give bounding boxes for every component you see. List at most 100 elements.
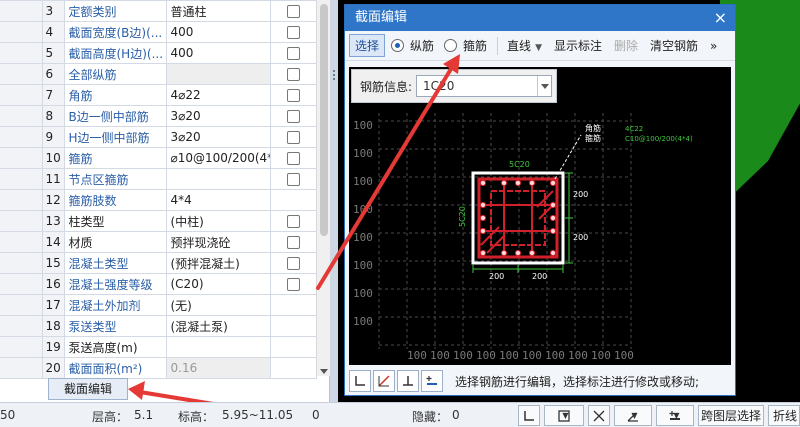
- angle-snap-dropdown[interactable]: ▼: [614, 405, 652, 426]
- snap-mode-dropdown[interactable]: ▼: [544, 405, 584, 426]
- property-row[interactable]: 9 H边一侧中部筋 3⌀20: [0, 126, 317, 148]
- rebar-point[interactable]: [528, 249, 536, 257]
- dim-left-label[interactable]: 5C20: [458, 206, 467, 227]
- ortho-corner-icon[interactable]: [349, 370, 371, 392]
- property-value[interactable]: (预拌混凝土): [165, 252, 271, 274]
- property-row[interactable]: 8 B边一侧中部筋 3⌀20: [0, 105, 317, 127]
- property-row[interactable]: 15 混凝土类型 (预拌混凝土): [0, 252, 317, 274]
- line-dropdown[interactable]: 直线 ▼: [502, 35, 547, 56]
- rebar-point[interactable]: [479, 201, 487, 209]
- corner-bar-label[interactable]: 角筋: [585, 123, 601, 133]
- chevron-down-icon[interactable]: [537, 76, 551, 96]
- rebar-point[interactable]: [549, 201, 557, 209]
- property-row[interactable]: 16 混凝土强度等级 (C20): [0, 273, 317, 295]
- dim-right-label-1[interactable]: 200: [573, 190, 588, 199]
- section-outline[interactable]: [471, 171, 565, 265]
- property-row[interactable]: 19 泵送高度(m): [0, 336, 317, 358]
- property-value[interactable]: 400: [165, 42, 271, 64]
- scrollbar-thumb[interactable]: [320, 4, 328, 236]
- property-value[interactable]: 4*4: [165, 189, 271, 211]
- checkbox[interactable]: [286, 173, 300, 186]
- property-value[interactable]: ⌀10@100/200(4*: [165, 147, 271, 169]
- property-value[interactable]: 4⌀22: [165, 84, 271, 106]
- radio-stirrup[interactable]: 箍筋: [444, 37, 487, 54]
- checkbox[interactable]: [286, 26, 300, 39]
- delete-button[interactable]: 删除: [609, 35, 643, 56]
- property-row[interactable]: 7 角筋 4⌀22: [0, 84, 317, 106]
- show-labels-button[interactable]: 显示标注: [549, 35, 607, 56]
- property-row[interactable]: 3 定额类别 普通柱: [0, 0, 317, 22]
- cross-icon[interactable]: [588, 405, 610, 426]
- offset-dropdown[interactable]: ▼: [656, 405, 694, 426]
- dialog-titlebar[interactable]: 截面编辑 ×: [345, 5, 735, 31]
- inner-stirrup[interactable]: [490, 190, 546, 246]
- rebar-point[interactable]: [500, 249, 508, 257]
- scroll-down-icon[interactable]: [320, 369, 328, 374]
- checkbox[interactable]: [286, 68, 300, 81]
- checkbox[interactable]: [286, 5, 300, 18]
- checkbox[interactable]: [286, 152, 300, 165]
- perpendicular-icon[interactable]: [397, 370, 419, 392]
- property-row[interactable]: 6 全部纵筋: [0, 63, 317, 85]
- property-scrollbar[interactable]: [316, 0, 330, 376]
- rebar-info-select[interactable]: 1C20: [416, 75, 553, 97]
- section-canvas[interactable]: 100 100 100 100 100 100 100 100 100 100 100 100 100 1…: [349, 67, 731, 365]
- rebar-point[interactable]: [514, 179, 522, 187]
- checkbox[interactable]: [286, 215, 300, 228]
- property-value[interactable]: (无): [165, 294, 271, 316]
- ortho-snap-icon[interactable]: [518, 405, 540, 426]
- rebar-point[interactable]: [500, 179, 508, 187]
- dim-bottom-label-1[interactable]: 200: [489, 272, 504, 281]
- diagonal-snap-icon[interactable]: [373, 370, 395, 392]
- rebar-point[interactable]: [549, 179, 557, 187]
- property-value[interactable]: [165, 168, 271, 190]
- property-row[interactable]: 10 箍筋 ⌀10@100/200(4*: [0, 147, 317, 169]
- property-row[interactable]: 5 截面高度(H边)(... 400: [0, 42, 317, 64]
- rebar-point[interactable]: [549, 249, 557, 257]
- property-value[interactable]: 0.16: [165, 357, 271, 379]
- section-edit-button[interactable]: 截面编辑: [48, 378, 128, 400]
- stirrup-spec[interactable]: C10@100/200(4*4): [625, 135, 693, 143]
- property-row[interactable]: 17 混凝土外加剂 (无): [0, 294, 317, 316]
- property-value[interactable]: 预拌现浇砼: [165, 231, 271, 253]
- rebar-point[interactable]: [514, 249, 522, 257]
- rebar-point[interactable]: [549, 214, 557, 222]
- property-value[interactable]: 3⌀20: [165, 105, 271, 127]
- dim-right-label-2[interactable]: 200: [573, 233, 588, 242]
- radio-longitudinal[interactable]: 纵筋: [391, 37, 434, 54]
- property-value[interactable]: 400: [165, 21, 271, 43]
- toolbar-overflow-icon[interactable]: »: [705, 37, 722, 55]
- checkbox[interactable]: [286, 89, 300, 102]
- property-value[interactable]: (中柱): [165, 210, 271, 232]
- property-row[interactable]: 14 材质 预拌现浇砼: [0, 231, 317, 253]
- checkbox[interactable]: [286, 47, 300, 60]
- corner-bar-spec[interactable]: 4C22: [625, 125, 643, 133]
- property-row[interactable]: 4 截面宽度(B边)(... 400: [0, 21, 317, 43]
- property-row[interactable]: 20 截面面积(m²) 0.16: [0, 357, 317, 379]
- checkbox[interactable]: [286, 131, 300, 144]
- rebar-point[interactable]: [549, 227, 557, 235]
- rebar-point[interactable]: [479, 214, 487, 222]
- dim-top-label[interactable]: 5C20: [509, 160, 530, 169]
- section-drawing[interactable]: 100 100 100 100 100 100 100 100 100 1001001001001…: [349, 67, 731, 365]
- rebar-point[interactable]: [479, 179, 487, 187]
- rebar-point[interactable]: [528, 179, 536, 187]
- checkbox[interactable]: [286, 236, 300, 249]
- property-row[interactable]: 12 箍筋肢数 4*4: [0, 189, 317, 211]
- cross-layer-select-button[interactable]: 跨图层选择: [698, 405, 764, 426]
- property-value[interactable]: (混凝土泵): [165, 315, 271, 337]
- property-row[interactable]: 11 节点区箍筋: [0, 168, 317, 190]
- property-value[interactable]: 3⌀20: [165, 126, 271, 148]
- checkbox[interactable]: [286, 278, 300, 291]
- checkbox[interactable]: [286, 110, 300, 123]
- add-point-icon[interactable]: [421, 370, 443, 392]
- checkbox[interactable]: [286, 257, 300, 270]
- polyline-button[interactable]: 折线: [768, 405, 800, 426]
- property-value[interactable]: [165, 336, 271, 358]
- rebar-point[interactable]: [479, 227, 487, 235]
- panel-splitter[interactable]: [330, 0, 338, 402]
- property-row[interactable]: 18 泵送类型 (混凝土泵): [0, 315, 317, 337]
- property-value[interactable]: [165, 63, 271, 85]
- stirrup-label[interactable]: 箍筋: [585, 133, 601, 143]
- property-value[interactable]: 普通柱: [165, 0, 271, 22]
